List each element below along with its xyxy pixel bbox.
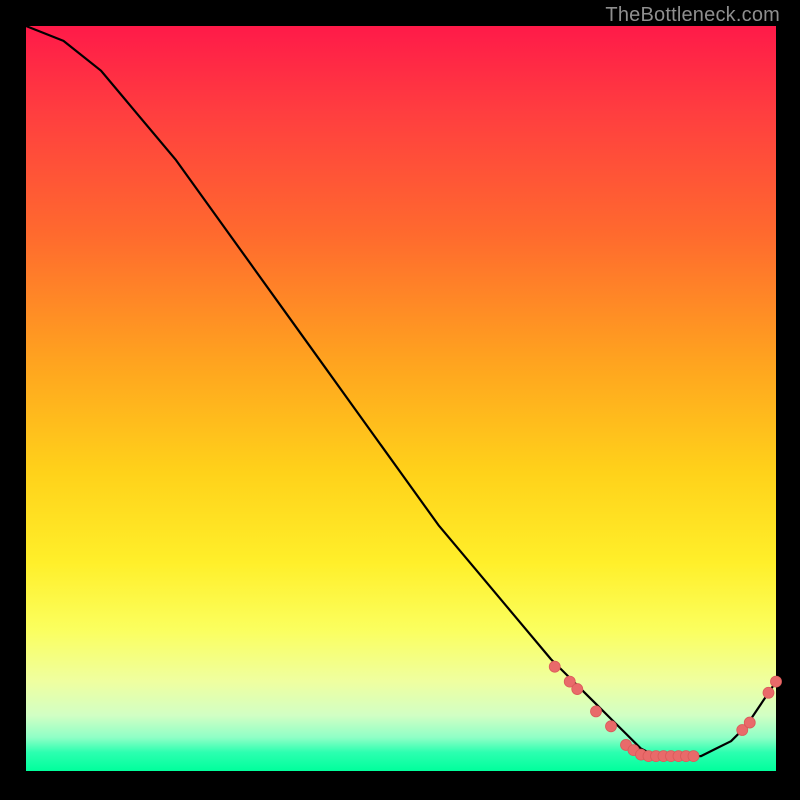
data-dot — [606, 721, 617, 732]
bottleneck-curve — [26, 26, 776, 756]
plot-area — [26, 26, 776, 771]
chart-frame: TheBottleneck.com — [0, 0, 800, 800]
data-dot — [688, 751, 699, 762]
data-dot — [549, 661, 560, 672]
chart-dots — [549, 661, 781, 761]
data-dot — [771, 676, 782, 687]
data-dot — [744, 717, 755, 728]
data-dot — [763, 687, 774, 698]
chart-svg — [26, 26, 776, 771]
data-dot — [591, 706, 602, 717]
watermark-text: TheBottleneck.com — [605, 4, 780, 27]
data-dot — [572, 684, 583, 695]
